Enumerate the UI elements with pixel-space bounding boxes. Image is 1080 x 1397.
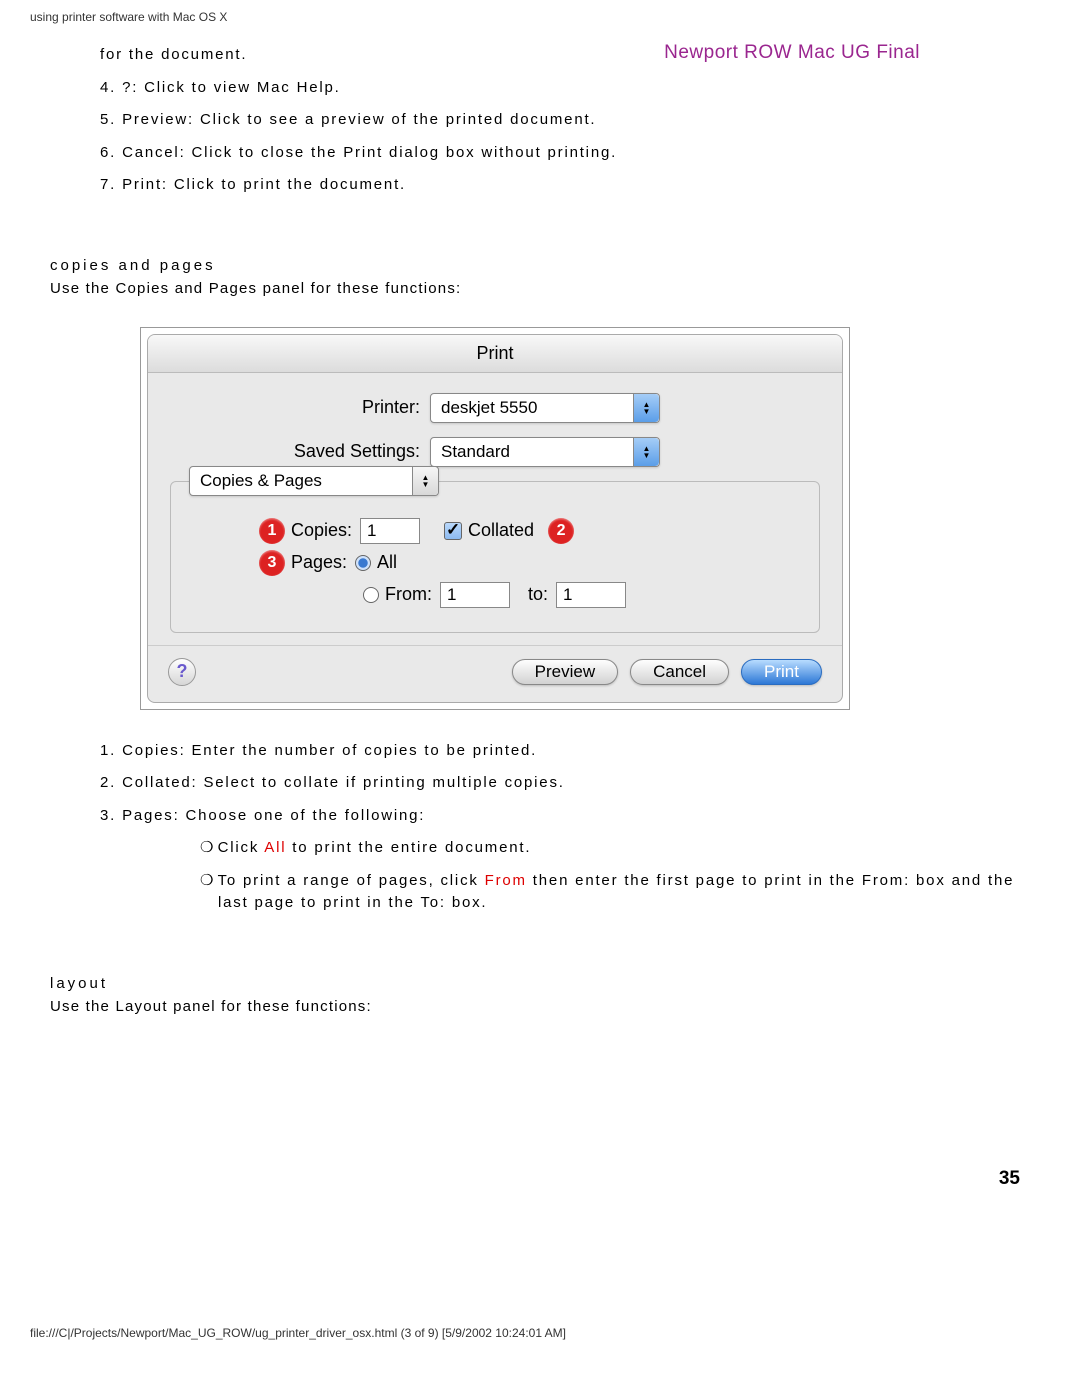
dialog-title: Print <box>148 335 842 373</box>
footer-url: file:///C|/Projects/Newport/Mac_UG_ROW/u… <box>30 1326 566 1340</box>
panel-value: Copies & Pages <box>190 471 412 491</box>
list-item-5: 5. Preview: Click to see a preview of th… <box>100 109 1030 132</box>
list-item-7: 7. Print: Click to print the document. <box>100 174 1030 197</box>
cancel-button[interactable]: Cancel <box>630 659 729 685</box>
copies-label: Copies: <box>291 520 352 541</box>
callout-3: 3 <box>259 550 285 576</box>
printer-label: Printer: <box>170 397 430 418</box>
page-header: using printer software with Mac OS X <box>30 10 1030 24</box>
section-title-copies: copies and pages <box>50 257 1030 274</box>
print-button[interactable]: Print <box>741 659 822 685</box>
from-label: From: <box>385 584 432 605</box>
list-item-4: 4. ?: Click to view Mac Help. <box>100 77 1030 100</box>
pages-from-radio[interactable] <box>363 587 379 603</box>
page-number: 35 <box>999 1168 1020 1190</box>
watermark-text: Newport ROW Mac UG Final <box>664 42 920 64</box>
desc-item-3: 3. Pages: Choose one of the following: <box>100 805 1030 828</box>
section-intro-copies: Use the Copies and Pages panel for these… <box>50 280 1030 297</box>
desc-sub-2: To print a range of pages, click From th… <box>200 870 1030 915</box>
copies-input[interactable]: 1 <box>360 518 420 544</box>
collated-checkbox[interactable] <box>444 522 462 540</box>
from-input[interactable]: 1 <box>440 582 510 608</box>
section-title-layout: layout <box>50 975 1030 992</box>
section-intro-layout: Use the Layout panel for these functions… <box>50 998 1030 1015</box>
printer-select[interactable]: deskjet 5550 ▲▼ <box>430 393 660 423</box>
chevron-updown-icon: ▲▼ <box>633 394 659 422</box>
desc-item-2: 2. Collated: Select to collate if printi… <box>100 772 1030 795</box>
help-icon[interactable]: ? <box>168 658 196 686</box>
pages-all-radio[interactable] <box>355 555 371 571</box>
chevron-updown-icon: ▲▼ <box>412 467 438 495</box>
pages-all-label: All <box>377 552 397 573</box>
saved-settings-label: Saved Settings: <box>170 441 430 462</box>
to-input[interactable]: 1 <box>556 582 626 608</box>
panel-select[interactable]: Copies & Pages ▲▼ <box>189 466 439 496</box>
saved-settings-value: Standard <box>431 442 633 462</box>
preview-button[interactable]: Preview <box>512 659 618 685</box>
callout-1: 1 <box>259 518 285 544</box>
to-label: to: <box>528 584 548 605</box>
pages-label: Pages: <box>291 552 347 573</box>
callout-2: 2 <box>548 518 574 544</box>
saved-settings-select[interactable]: Standard ▲▼ <box>430 437 660 467</box>
desc-item-1: 1. Copies: Enter the number of copies to… <box>100 740 1030 763</box>
print-dialog-screenshot: Print Printer: deskjet 5550 ▲▼ Saved Set… <box>140 327 850 710</box>
chevron-updown-icon: ▲▼ <box>633 438 659 466</box>
collated-label: Collated <box>468 520 534 541</box>
list-item-6: 6. Cancel: Click to close the Print dial… <box>100 142 1030 165</box>
printer-value: deskjet 5550 <box>431 398 633 418</box>
desc-sub-1: Click All to print the entire document. <box>200 837 1030 860</box>
